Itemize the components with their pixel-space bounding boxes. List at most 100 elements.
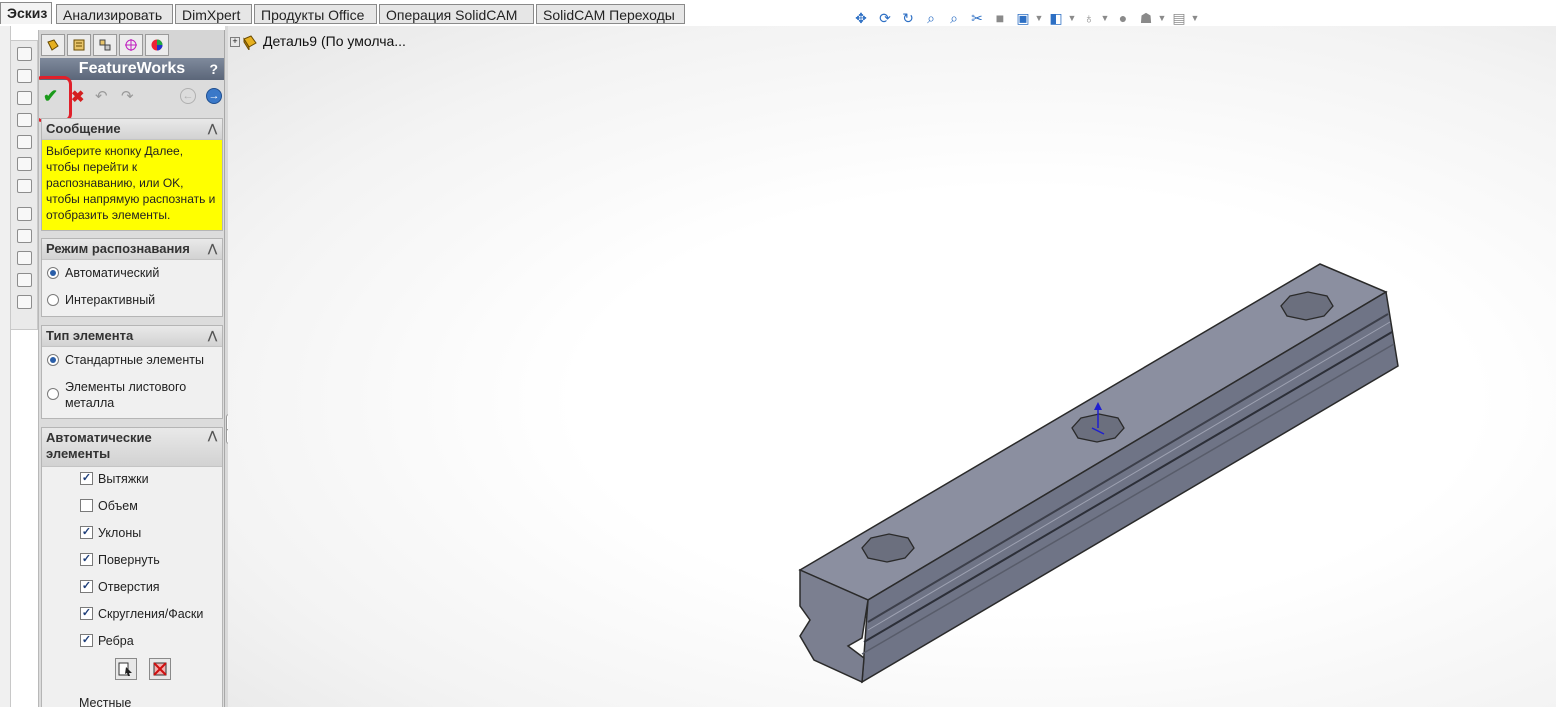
feature-tree-icon (47, 39, 59, 51)
feature-manager-tab[interactable] (41, 34, 65, 56)
pm-action-buttons: ✔ ✖ ↶ ↷ ← → (39, 76, 224, 122)
appearance-icon[interactable]: ● (1115, 10, 1131, 26)
radio-automatic[interactable] (47, 267, 59, 279)
collapse-chevron-icon: ⋀ (207, 430, 217, 442)
clear-selection-button[interactable] (149, 658, 171, 680)
message-text: Выберите кнопку Далее, чтобы перейти к р… (42, 140, 222, 230)
checkbox-ribs[interactable]: ✓ (80, 634, 93, 647)
feature-type-header[interactable]: Тип элемента ⋀ (42, 326, 222, 347)
command-manager-tabs: Эскиз Анализировать DimXpert Продукты Of… (0, 0, 1556, 26)
offset-entities-icon[interactable] (17, 295, 32, 309)
tab-solidcam-transitions[interactable]: SolidCAM Переходы (536, 4, 685, 24)
checkbox-extrusions-label: Вытяжки (98, 472, 149, 486)
view-top-icon[interactable] (17, 157, 32, 171)
dimxpert-manager-tab[interactable] (119, 34, 143, 56)
rotate-view-icon[interactable]: ↻ (900, 10, 916, 26)
dropdown-arrow-icon[interactable]: ▼ (1154, 10, 1170, 26)
clear-icon (153, 662, 167, 676)
checkbox-holes[interactable]: ✓ (80, 580, 93, 593)
vertical-toolbar (10, 40, 38, 330)
checkbox-fillets-chamfers[interactable]: ✓ (80, 607, 93, 620)
collapse-chevron-icon: ⋀ (207, 330, 217, 342)
view-front-icon[interactable] (17, 69, 32, 83)
dropdown-arrow-icon[interactable]: ▼ (1031, 10, 1047, 26)
ok-button[interactable]: ✔ (43, 86, 58, 107)
view-back-icon[interactable] (17, 91, 32, 105)
radio-sheet-metal-features-label: Элементы листового металла (65, 380, 187, 410)
part-name[interactable]: Деталь9 (По умолча... (263, 33, 406, 49)
hide-show-items-icon[interactable]: ♁ (1081, 10, 1097, 26)
dropdown-arrow-icon[interactable]: ▼ (1097, 10, 1113, 26)
checkbox-extrusions[interactable]: ✓ (80, 472, 93, 485)
radio-automatic-label: Автоматический (65, 266, 160, 280)
property-manager: FeatureWorks ? ✔ ✖ ↶ ↷ ← → Сообщение ⋀ Вы… (38, 30, 225, 707)
rotate-icon[interactable]: ⟳ (877, 10, 893, 26)
zoom-area-icon[interactable]: ⌕ (946, 10, 962, 26)
radio-standard-features-label: Стандартные элементы (65, 353, 204, 367)
tab-solidcam-operation[interactable]: Операция SolidCAM (379, 4, 534, 24)
checkbox-drafts-label: Уклоны (98, 526, 142, 540)
rail-groove-highlight (867, 321, 1391, 631)
rail-model[interactable] (228, 26, 1556, 707)
previous-view-icon[interactable]: ✂ (969, 10, 985, 26)
redo-icon[interactable]: ↷ (121, 87, 134, 105)
sketch-tool-icon[interactable] (17, 207, 32, 221)
radio-sheet-metal-features[interactable] (47, 388, 59, 400)
tab-dimxpert[interactable]: DimXpert (175, 4, 252, 24)
checkbox-volume-label: Объем (98, 499, 138, 513)
undo-icon[interactable]: ↶ (95, 87, 108, 105)
radio-interactive[interactable] (47, 294, 59, 306)
manager-tabs (39, 30, 224, 58)
section-view-icon[interactable]: ■ (992, 10, 1008, 26)
auto-features-header[interactable]: Автоматические элементы ⋀ (42, 428, 222, 467)
display-manager-tab[interactable] (145, 34, 169, 56)
collapse-chevron-icon: ⋀ (207, 243, 217, 255)
configuration-icon (99, 39, 111, 51)
display-style-icon[interactable]: ◧ (1048, 10, 1064, 26)
local-features-label: Местные (79, 696, 132, 707)
pan-icon[interactable]: ✥ (853, 10, 869, 26)
cancel-button[interactable]: ✖ (71, 87, 84, 107)
radio-standard-features[interactable] (47, 354, 59, 366)
checkbox-holes-label: Отверстия (98, 580, 160, 594)
configuration-manager-tab[interactable] (93, 34, 117, 56)
property-icon (73, 39, 85, 51)
rail-groove-line (867, 313, 1389, 623)
tab-office-products[interactable]: Продукты Office (254, 4, 377, 24)
view-cube-icon[interactable] (17, 47, 32, 61)
checkbox-revolves[interactable]: ✓ (80, 553, 93, 566)
message-header[interactable]: Сообщение ⋀ (42, 119, 222, 140)
target-icon (125, 39, 137, 51)
smart-dimension-icon[interactable] (17, 229, 32, 243)
view-settings-icon[interactable]: ▤ (1171, 10, 1187, 26)
part-icon (243, 35, 257, 50)
copy-entities-icon[interactable] (17, 273, 32, 287)
view-right-icon[interactable] (17, 135, 32, 149)
property-manager-tab[interactable] (67, 34, 91, 56)
checkbox-drafts[interactable]: ✓ (80, 526, 93, 539)
tab-evaluate[interactable]: Анализировать (56, 4, 173, 24)
tab-sketch[interactable]: Эскиз (0, 2, 52, 24)
recognition-mode-group: Режим распознавания ⋀ Автоматический Инте… (41, 238, 223, 317)
recognition-mode-header[interactable]: Режим распознавания ⋀ (42, 239, 222, 260)
select-cursor-icon (118, 662, 132, 676)
view-orientation-icon[interactable]: ▣ (1015, 10, 1031, 26)
help-button[interactable]: ? (209, 58, 218, 80)
expand-toggle[interactable]: + (230, 37, 240, 47)
graphics-area[interactable] (228, 26, 1556, 707)
collapse-chevron-icon: ⋀ (207, 123, 217, 135)
select-all-button[interactable] (115, 658, 137, 680)
dropdown-arrow-icon[interactable]: ▼ (1064, 10, 1080, 26)
zoom-to-fit-icon[interactable]: ⌕ (923, 10, 939, 26)
dropdown-arrow-icon[interactable]: ▼ (1187, 10, 1203, 26)
back-button[interactable]: ← (180, 88, 196, 104)
view-left-icon[interactable] (17, 113, 32, 127)
relation-icon[interactable] (17, 251, 32, 265)
checkbox-volume[interactable] (80, 499, 93, 512)
feature-type-group: Тип элемента ⋀ Стандартные элементы Элеме… (41, 325, 223, 419)
message-group: Сообщение ⋀ Выберите кнопку Далее, чтобы … (41, 118, 223, 231)
scene-icon[interactable]: ☗ (1138, 10, 1154, 26)
view-iso-icon[interactable] (17, 179, 32, 193)
color-wheel-icon (151, 39, 163, 51)
next-button[interactable]: → (206, 88, 222, 104)
